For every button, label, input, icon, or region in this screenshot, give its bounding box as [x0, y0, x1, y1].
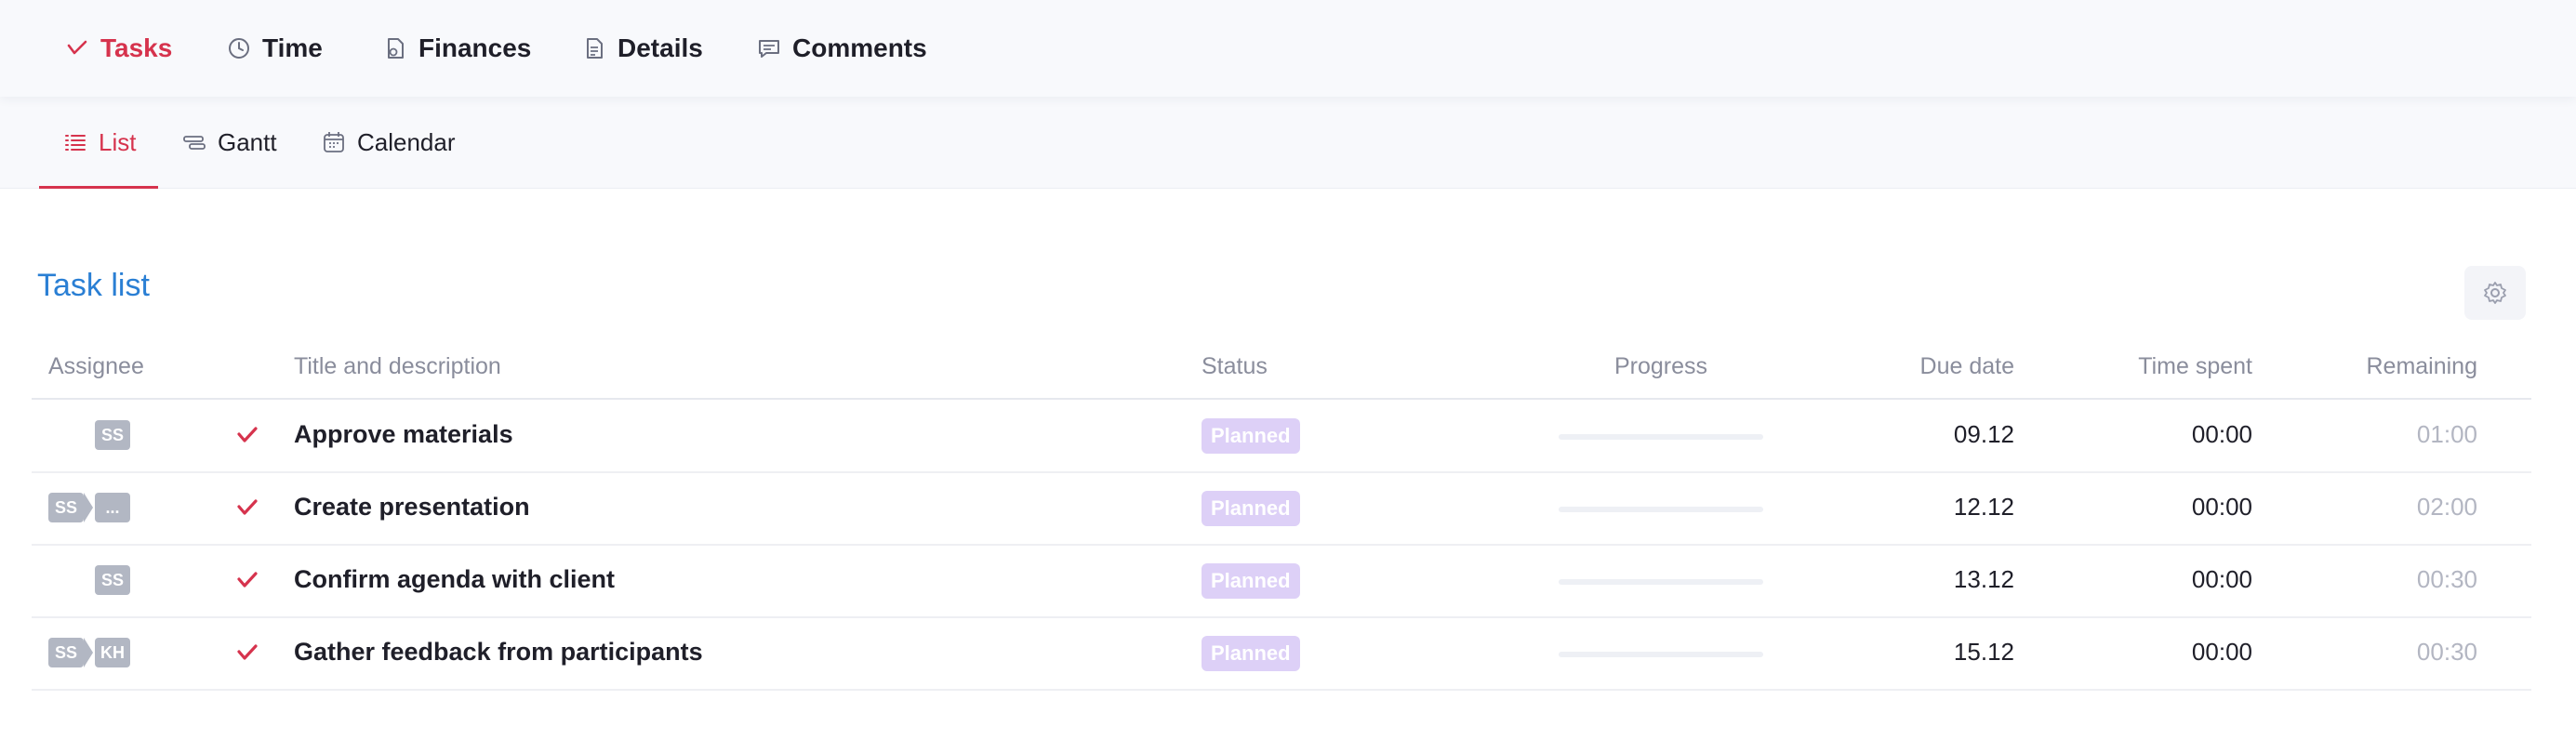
time-remaining: 01:00 [2416, 420, 2477, 448]
due-date: 15.12 [1953, 638, 2014, 666]
view-calendar-label: Calendar [357, 127, 456, 156]
tab-comments-label: Comments [792, 33, 927, 62]
progress-bar [1559, 507, 1763, 512]
tab-time[interactable]: Time [227, 30, 323, 67]
view-switcher: List Gantt Calendar [0, 97, 2576, 189]
status-badge[interactable]: Planned [1202, 418, 1300, 454]
avatar[interactable]: SS [48, 638, 93, 667]
task-check-icon[interactable] [234, 422, 260, 448]
column-progress[interactable]: Progress [1614, 353, 1707, 380]
calendar-icon [322, 130, 346, 154]
progress-bar [1559, 434, 1763, 440]
active-view-indicator [39, 186, 158, 189]
column-title[interactable]: Title and description [294, 353, 501, 380]
check-icon [65, 36, 89, 60]
view-list-label: List [99, 127, 137, 156]
task-check-icon[interactable] [234, 495, 260, 521]
due-date: 12.12 [1953, 493, 2014, 521]
avatar[interactable]: KH [95, 638, 130, 667]
task-check-icon[interactable] [234, 567, 260, 593]
column-status[interactable]: Status [1202, 353, 1268, 380]
task-title[interactable]: Approve materials [294, 420, 513, 449]
document-icon [582, 36, 606, 60]
avatar[interactable]: SS [95, 420, 130, 450]
tab-details-label: Details [617, 33, 703, 62]
time-spent: 00:00 [2191, 638, 2252, 666]
due-date: 13.12 [1953, 565, 2014, 593]
table-row[interactable]: SS... Create presentation Planned 12.12 … [32, 472, 2531, 546]
tab-details[interactable]: Details [582, 30, 703, 67]
clock-icon [227, 36, 251, 60]
table-row[interactable]: SS Approve materials Planned 09.12 00:00… [32, 400, 2531, 473]
tab-tasks-label: Tasks [100, 33, 173, 62]
avatar[interactable]: SS [95, 565, 130, 595]
status-badge[interactable]: Planned [1202, 491, 1300, 526]
tab-finances[interactable]: Finances [383, 30, 531, 67]
time-spent: 00:00 [2191, 565, 2252, 593]
comment-icon [757, 36, 781, 60]
time-spent: 00:00 [2191, 493, 2252, 521]
column-time-spent[interactable]: Time spent [2138, 353, 2252, 380]
view-calendar[interactable]: Calendar [322, 97, 456, 188]
column-due-date[interactable]: Due date [1920, 353, 2014, 380]
money-document-icon [383, 36, 407, 60]
due-date: 09.12 [1953, 420, 2014, 448]
avatar[interactable]: ... [95, 493, 130, 522]
avatar[interactable]: SS [48, 493, 93, 522]
column-assignee[interactable]: Assignee [48, 353, 144, 380]
progress-bar [1559, 652, 1763, 657]
page-title: Task list [37, 268, 150, 303]
tab-time-label: Time [262, 33, 323, 62]
task-title[interactable]: Create presentation [294, 493, 530, 522]
table-row[interactable]: SS KH Gather feedback from participants P… [32, 617, 2531, 691]
status-badge[interactable]: Planned [1202, 563, 1300, 599]
column-remaining[interactable]: Remaining [2366, 353, 2477, 380]
progress-bar [1559, 579, 1763, 585]
time-remaining: 00:30 [2416, 565, 2477, 593]
time-remaining: 02:00 [2416, 493, 2477, 521]
view-gantt[interactable]: Gantt [182, 97, 277, 188]
list-icon [63, 130, 87, 154]
time-remaining: 00:30 [2416, 638, 2477, 666]
tab-comments[interactable]: Comments [757, 30, 927, 67]
time-spent: 00:00 [2191, 420, 2252, 448]
gear-icon [2484, 282, 2506, 304]
view-gantt-label: Gantt [218, 127, 277, 156]
task-check-icon[interactable] [234, 640, 260, 666]
task-title[interactable]: Confirm agenda with client [294, 565, 615, 594]
task-title[interactable]: Gather feedback from participants [294, 638, 703, 667]
table-row[interactable]: SS Confirm agenda with client Planned 13… [32, 545, 2531, 618]
gantt-icon [182, 130, 206, 154]
table-settings-button[interactable] [2464, 266, 2526, 320]
view-list[interactable]: List [63, 97, 136, 188]
top-navigation: Tasks Time Finances Details Comments [0, 0, 2576, 97]
tab-finances-label: Finances [418, 33, 532, 62]
tab-tasks[interactable]: Tasks [65, 30, 172, 67]
status-badge[interactable]: Planned [1202, 636, 1300, 671]
table-header: Assignee Title and description Status Pr… [32, 344, 2531, 400]
